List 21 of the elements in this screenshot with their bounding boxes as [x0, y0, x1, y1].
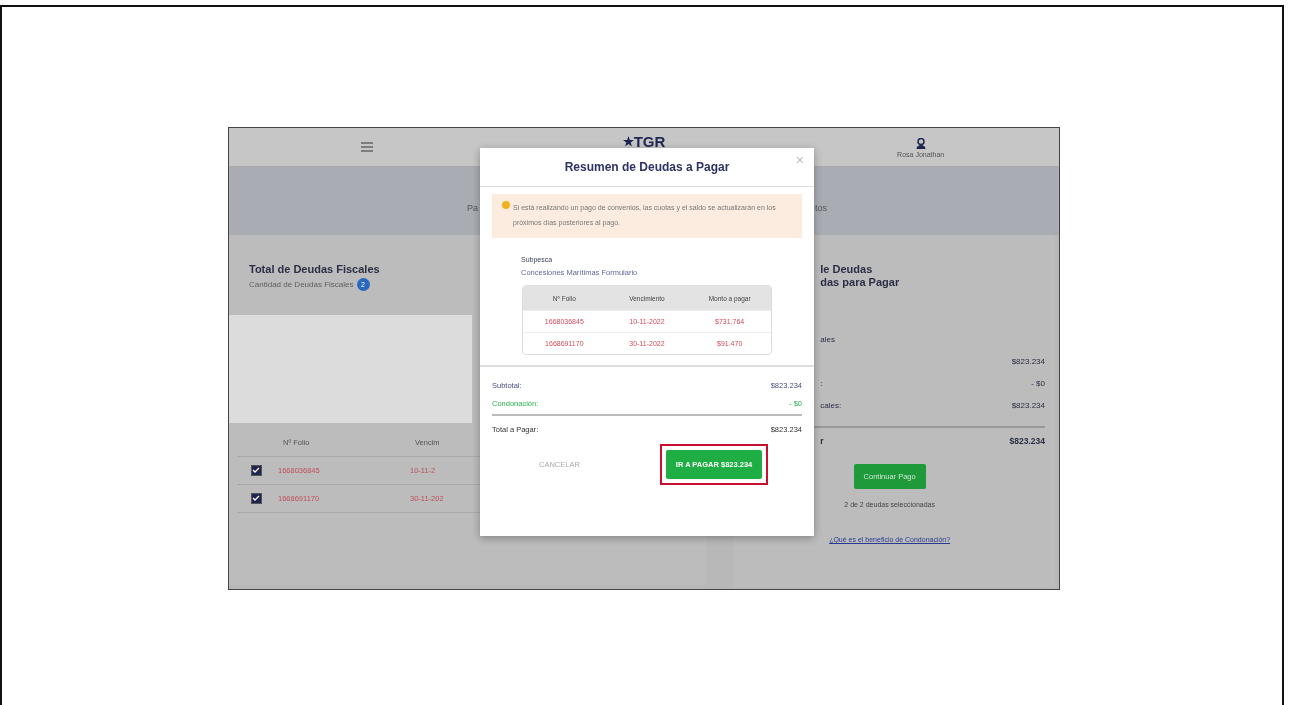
user-icon[interactable]: [915, 138, 926, 149]
line-value: $823.234: [1011, 357, 1045, 366]
section-label: ales: [820, 335, 836, 344]
logo-text: TGR: [633, 132, 666, 150]
checkbox[interactable]: [251, 493, 262, 504]
checkbox[interactable]: [251, 465, 262, 476]
total-label: r: [820, 436, 824, 446]
line-label: cales:: [820, 401, 842, 410]
info-icon: [502, 201, 510, 209]
banner-text: Pa: [467, 203, 478, 213]
line-value: - $0: [1031, 379, 1045, 388]
card-title: le Deudas das para Pagar: [820, 263, 901, 289]
close-button[interactable]: ×: [793, 152, 806, 168]
card-subtitle: Cantidad de Deudas Fiscales: [249, 280, 354, 289]
card-title: Total de Deudas Fiscales: [249, 263, 380, 275]
banner-text: tos: [815, 203, 827, 213]
total-value: $823.234: [1009, 436, 1045, 446]
star-icon: [622, 135, 634, 147]
line-value: $823.234: [1011, 401, 1045, 410]
dialog-title: Resumen de Deudas a Pagar: [564, 160, 730, 174]
line-label: :: [820, 379, 823, 388]
